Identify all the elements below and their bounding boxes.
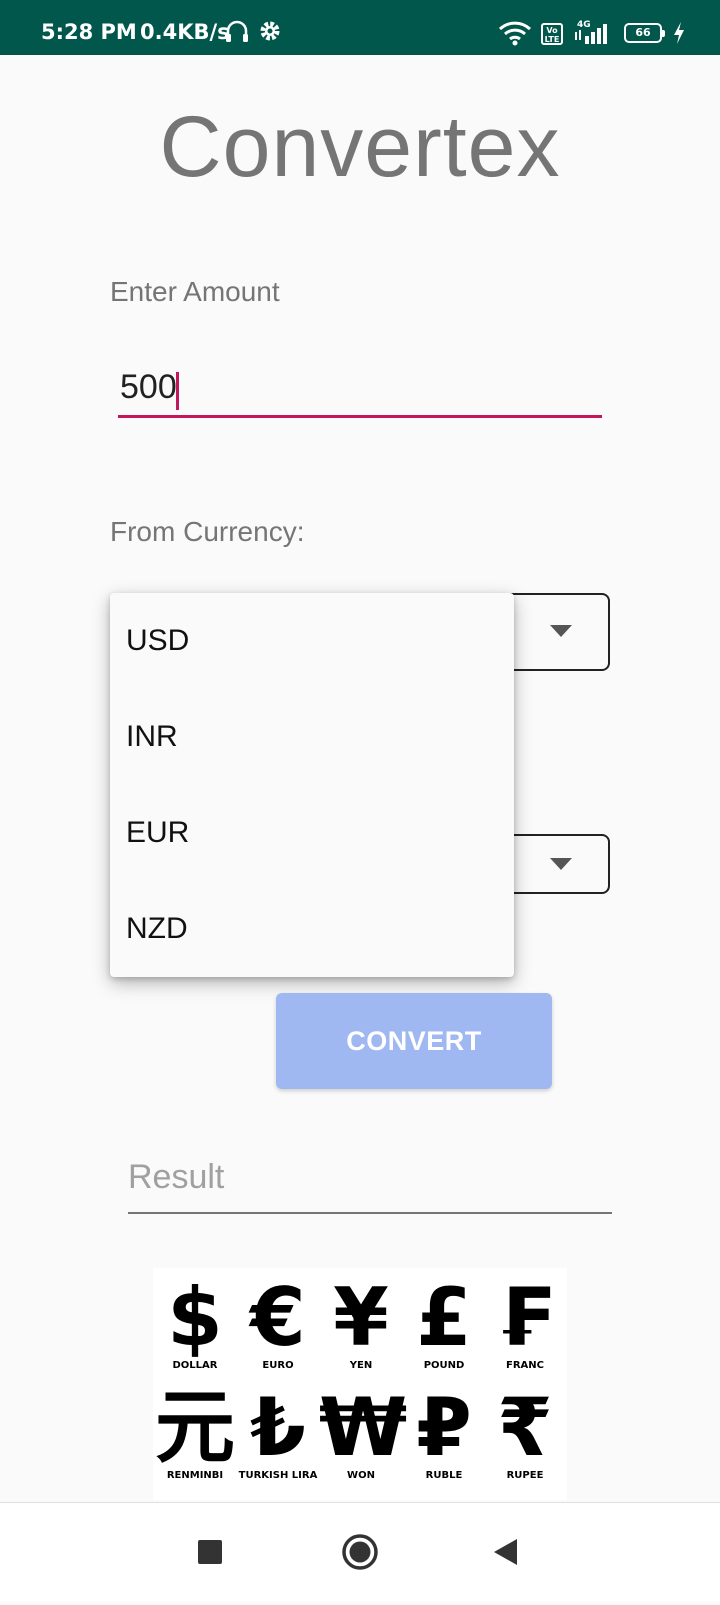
network-type-label: 4G [577,20,591,30]
navigation-bar [0,1502,720,1601]
currency-rupee: ₹ RUPEE [497,1381,553,1482]
dropdown-option-usd[interactable]: USD [110,593,514,689]
status-net-speed: 0.4KB/s [140,20,230,44]
currency-won: ₩ WON [319,1381,408,1482]
text-cursor [176,372,179,410]
battery-level: 66 [635,26,651,39]
signal-icon: 4G [573,18,615,50]
wifi-icon [498,20,532,50]
charging-icon [672,21,686,49]
currency-renminbi: 元 RENMINBI [155,1381,235,1482]
dropdown-option-nzd[interactable]: NZD [110,881,514,977]
gear-icon [258,19,282,47]
status-time: 5:28 PM [41,20,137,44]
currency-ruble: ₽ RUBLE [416,1381,472,1482]
currency-euro: € EURO [250,1271,306,1372]
volte-icon: Vo LTE [541,23,563,45]
headphones-icon [224,18,250,48]
dropdown-option-eur[interactable]: EUR [110,785,514,881]
currency-yen: ¥ YEN [333,1271,389,1372]
amount-label: Enter Amount [110,276,280,307]
amount-input[interactable] [118,360,602,418]
back-triangle-icon[interactable] [466,1503,546,1601]
result-field[interactable]: Result [128,1158,612,1214]
currency-symbols-image: $ DOLLAR € EURO ¥ YEN £ POUND ₣ FRANC 元 … [153,1268,567,1500]
currency-dollar: $ DOLLAR [167,1271,223,1372]
home-circle-icon[interactable] [320,1503,400,1601]
dropdown-arrow-icon [550,858,572,870]
dropdown-arrow-icon [550,625,572,637]
convert-button[interactable]: CONVERT [276,993,552,1089]
currency-dropdown-menu: USD INR EUR NZD [110,593,514,977]
app-title: Convertex [159,99,561,195]
currency-turkish-lira: ₺ TURKISH LIRA [238,1381,318,1482]
dropdown-option-inr[interactable]: INR [110,689,514,785]
currency-pound: £ POUND [416,1271,472,1372]
from-currency-label: From Currency: [110,516,305,547]
status-bar: 5:28 PM 0.4KB/s Vo LTE 4G 66 [0,0,720,55]
recents-square-icon[interactable] [170,1503,250,1601]
battery-icon: 66 [624,23,662,43]
currency-franc: ₣ FRANC [497,1271,553,1372]
battery-tip [662,30,665,37]
